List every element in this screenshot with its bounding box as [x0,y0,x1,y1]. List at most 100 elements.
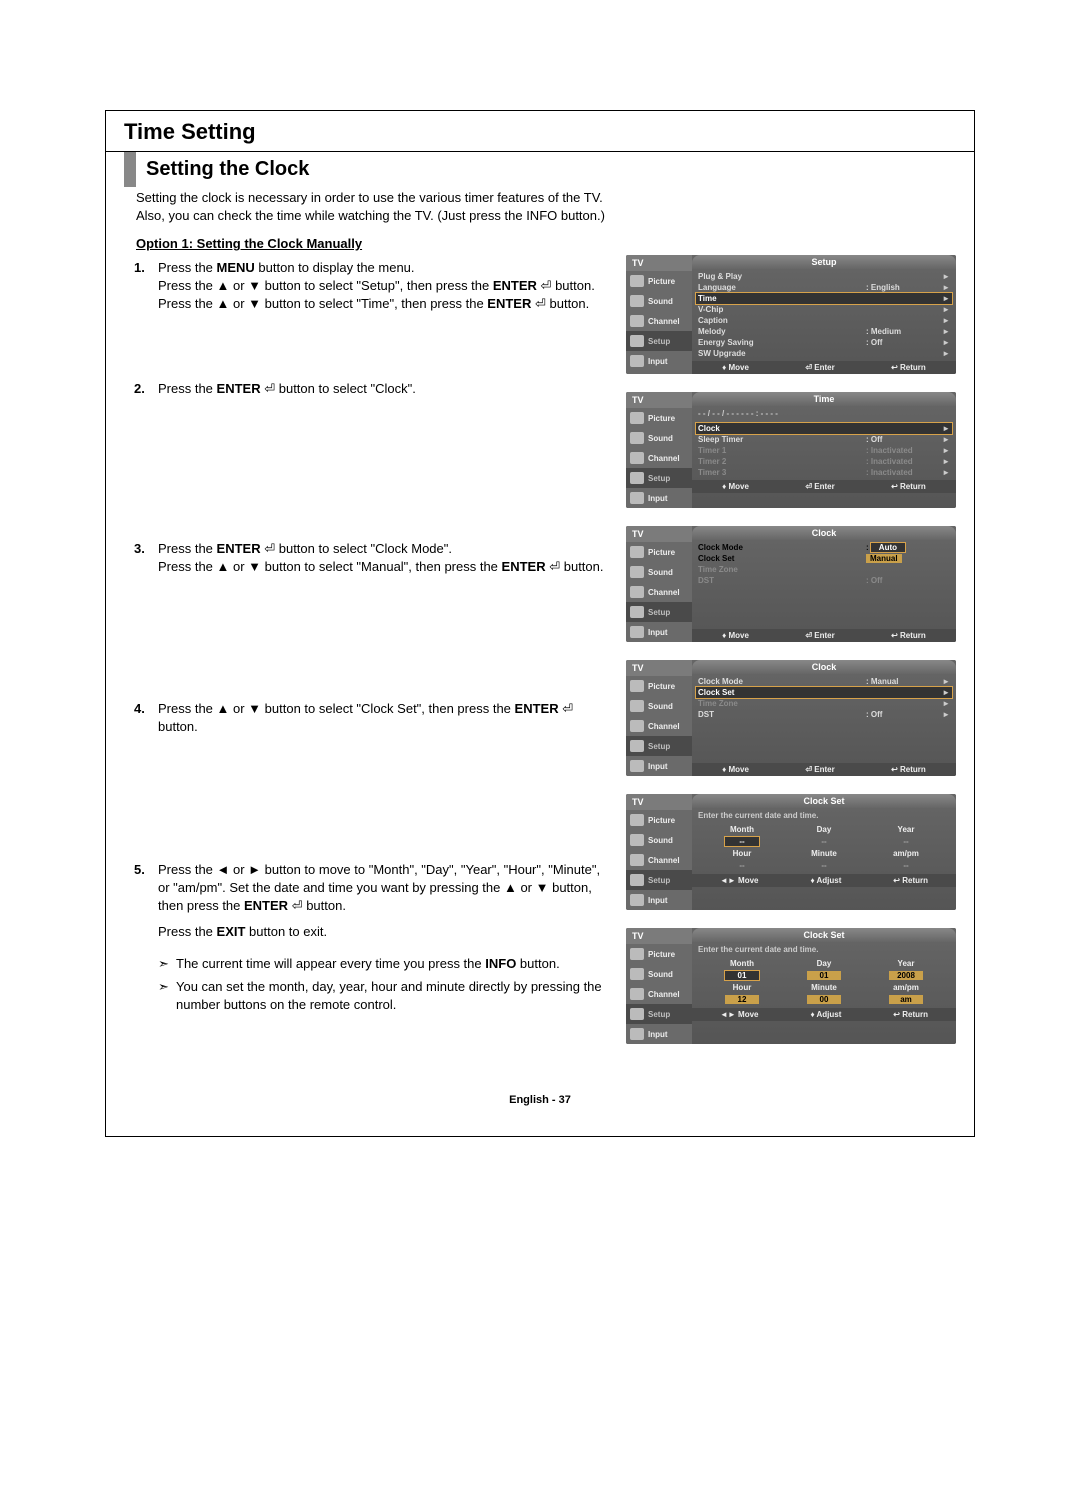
channel-icon [630,586,644,598]
item-language[interactable]: Language: English► [696,282,952,293]
tab-sound[interactable]: Sound [626,291,692,311]
tab-picture[interactable]: Picture [626,944,692,964]
item-timer3: Timer 3: Inactivated► [696,467,952,478]
field-year[interactable]: 2008 [889,971,923,980]
option-auto[interactable]: Auto [871,543,905,552]
field-ampm[interactable]: -- [870,861,942,870]
clockset-prompt: Enter the current date and time. [692,942,956,957]
step-1: 1. Press the MENU button to display the … [134,259,606,314]
item-clockmode[interactable]: Clock Mode : Auto [696,542,952,553]
sound-icon [630,566,644,578]
tab-picture[interactable]: Picture [626,676,692,696]
osd-tv-label: TV [626,526,692,542]
sub-title: Setting the Clock [136,152,319,187]
item-sleeptimer[interactable]: Sleep Timer: Off► [696,434,952,445]
osd-time: TV Picture Sound Channel Setup Input Tim… [626,392,956,508]
tab-picture[interactable]: Picture [626,408,692,428]
tab-channel[interactable]: Channel [626,311,692,331]
tab-input[interactable]: Input [626,756,692,776]
osd-tv-label: TV [626,255,692,271]
clockset-grid: MonthDayYear 01 01 2008 HourMinuteam/pm … [692,957,956,1008]
field-minute[interactable]: 00 [807,995,841,1004]
tab-setup[interactable]: Setup [626,602,692,622]
option-manual[interactable]: Manual [866,554,902,563]
step-number: 4. [134,700,158,736]
field-hour[interactable]: 12 [725,995,759,1004]
field-day[interactable]: 01 [807,971,841,980]
tab-sound[interactable]: Sound [626,830,692,850]
item-melody[interactable]: Melody: Medium► [696,326,952,337]
item-timezone: Time Zone► [696,698,952,709]
osd-title: Clock [692,660,956,674]
clockset-grid: MonthDayYear -- -- -- HourMinuteam/pm --… [692,823,956,874]
item-clockset[interactable]: Clock Set Manual [696,553,952,564]
field-hour[interactable]: -- [706,861,778,870]
item-plugplay[interactable]: Plug & Play► [696,271,952,282]
tab-picture[interactable]: Picture [626,810,692,830]
item-vchip[interactable]: V-Chip► [696,304,952,315]
osd-title: Clock [692,526,956,540]
osd-setup: TV Picture Sound Channel Setup Input Set… [626,255,956,374]
field-day[interactable]: -- [788,837,860,846]
osd-footer: ◄► Move ♦ Adjust ↩ Return [692,874,956,887]
tab-input[interactable]: Input [626,351,692,371]
sound-icon [630,432,644,444]
item-time[interactable]: Time► [696,293,952,304]
tab-setup[interactable]: Setup [626,331,692,351]
tab-setup[interactable]: Setup [626,736,692,756]
tab-channel[interactable]: Channel [626,582,692,602]
input-icon [630,760,644,772]
manual-page: Time Setting Setting the Clock Setting t… [105,110,975,1137]
picture-icon [630,275,644,287]
picture-icon [630,412,644,424]
tab-input[interactable]: Input [626,622,692,642]
osd-title: Setup [692,255,956,269]
subtitle-row: Setting the Clock [106,152,974,187]
tab-input[interactable]: Input [626,1024,692,1044]
osd-tv-label: TV [626,392,692,408]
input-icon [630,1028,644,1040]
tab-channel[interactable]: Channel [626,984,692,1004]
tab-picture[interactable]: Picture [626,542,692,562]
step-number: 2. [134,380,158,398]
item-dst[interactable]: DST: Off► [696,709,952,720]
tab-setup[interactable]: Setup [626,468,692,488]
sound-icon [630,295,644,307]
field-minute[interactable]: -- [788,861,860,870]
field-month[interactable]: 01 [725,971,759,980]
picture-icon [630,546,644,558]
tab-channel[interactable]: Channel [626,448,692,468]
tab-sound[interactable]: Sound [626,428,692,448]
tab-setup[interactable]: Setup [626,870,692,890]
field-year[interactable]: -- [870,837,942,846]
item-dst: DST: Off [696,575,952,586]
intro-line2: Also, you can check the time while watch… [136,208,605,223]
channel-icon [630,315,644,327]
tab-input[interactable]: Input [626,488,692,508]
item-energy[interactable]: Energy Saving: Off► [696,337,952,348]
tab-input[interactable]: Input [626,890,692,910]
item-swupgrade[interactable]: SW Upgrade► [696,348,952,359]
enter-icon: ⏎ [562,701,573,716]
item-clockset[interactable]: Clock Set► [696,687,952,698]
step-number: 1. [134,259,158,314]
item-caption[interactable]: Caption► [696,315,952,326]
field-ampm[interactable]: am [889,995,923,1004]
tab-setup[interactable]: Setup [626,1004,692,1024]
step-3: 3. Press the ENTER ⏎ button to select "C… [134,540,606,576]
osd-tv-label: TV [626,660,692,676]
osd-clockset-blank: TV Picture Sound Channel Setup Input Clo… [626,794,956,910]
tab-sound[interactable]: Sound [626,696,692,716]
item-timer2: Timer 2: Inactivated► [696,456,952,467]
tab-picture[interactable]: Picture [626,271,692,291]
step-number: 3. [134,540,158,576]
tab-channel[interactable]: Channel [626,716,692,736]
item-clockmode[interactable]: Clock Mode: Manual► [696,676,952,687]
tab-sound[interactable]: Sound [626,964,692,984]
note-direct-entry: ➣ You can set the month, day, year, hour… [158,978,606,1014]
tab-channel[interactable]: Channel [626,850,692,870]
item-clock[interactable]: Clock► [696,423,952,434]
field-month[interactable]: -- [725,837,759,846]
channel-icon [630,452,644,464]
tab-sound[interactable]: Sound [626,562,692,582]
